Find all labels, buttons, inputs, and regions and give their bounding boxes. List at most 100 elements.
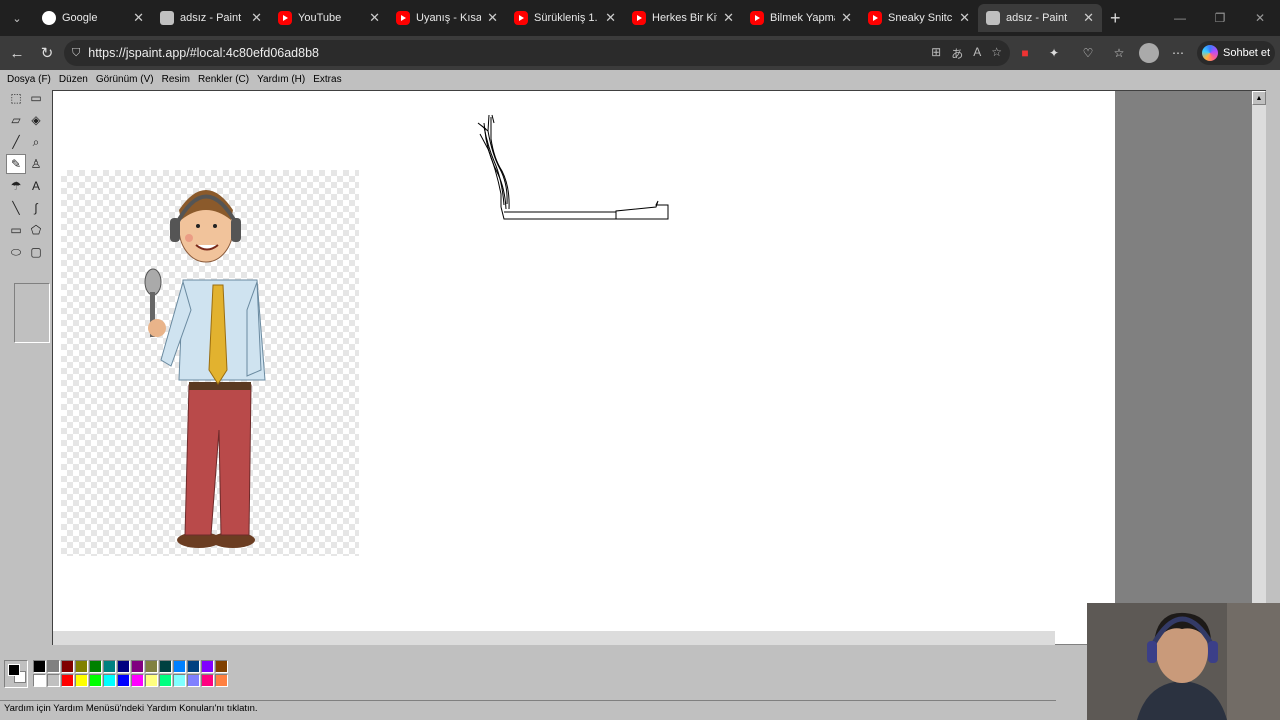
color-swatch[interactable] [215,674,228,687]
extensions-puzzle-icon[interactable]: ✦ [1043,42,1065,64]
favorite-star-icon[interactable]: ☆ [991,45,1002,62]
color-swatch[interactable] [201,660,214,673]
scroll-up-arrow-icon[interactable]: ▲ [1252,91,1266,105]
text-icon: A [31,179,40,193]
menu-item[interactable]: Resim [162,74,190,85]
app-available-icon[interactable]: ⊞ [931,45,941,62]
fill-tool-button[interactable]: ◈ [26,110,46,130]
airbrush-tool-button[interactable]: ☂ [6,176,26,196]
color-swatch[interactable] [61,660,74,673]
foreground-color[interactable] [8,664,20,676]
tab-search-chevron-icon[interactable]: ⌄ [0,0,34,36]
menu-item[interactable]: Extras [313,74,341,85]
browser-tab[interactable]: YouTube ✕ [270,4,388,32]
color-swatch[interactable] [201,674,214,687]
read-aloud-icon[interactable]: A [973,45,981,62]
color-swatch[interactable] [187,674,200,687]
translate-icon[interactable]: あ [951,45,963,62]
tab-close-icon[interactable]: ✕ [1083,10,1094,26]
select-tool-button[interactable]: ▭ [26,88,46,108]
color-swatch[interactable] [117,660,130,673]
tab-close-icon[interactable]: ✕ [959,10,970,26]
color-swatch[interactable] [131,660,144,673]
back-arrow-icon[interactable]: ← [2,45,32,62]
brush-tool-button[interactable]: ♙ [26,154,46,174]
color-swatch[interactable] [117,674,130,687]
tab-title: Google [62,12,98,24]
copilot-chat-button[interactable]: Sohbet et [1197,41,1275,65]
rectangle-tool-button[interactable]: ▭ [6,220,26,240]
menu-item[interactable]: Düzen [59,74,88,85]
color-swatch[interactable] [159,674,172,687]
pencil-tool-button[interactable]: ✎ [6,154,26,174]
color-swatch[interactable] [61,674,74,687]
browser-tab[interactable]: Google ✕ [34,4,152,32]
ellipse-tool-button[interactable]: ⬭ [6,242,26,262]
rounded-rectangle-tool-button[interactable]: ▢ [26,242,46,262]
close-window-icon[interactable]: ✕ [1240,0,1280,36]
line-tool-button[interactable]: ╲ [6,198,26,218]
address-bar[interactable]: ⛉ https://jspaint.app/#local:4c80efd06ad… [64,40,1010,66]
color-swatch[interactable] [159,660,172,673]
tool-options-box[interactable] [14,283,50,343]
profile-avatar[interactable] [1139,43,1159,63]
color-swatch[interactable] [47,660,60,673]
tab-close-icon[interactable]: ✕ [723,10,734,26]
tab-close-icon[interactable]: ✕ [605,10,616,26]
color-swatch[interactable] [89,660,102,673]
browser-tab[interactable]: Sneaky Snitch (✕ [860,4,978,32]
more-menu-icon[interactable]: ⋯ [1167,42,1189,64]
color-swatch[interactable] [103,674,116,687]
site-info-icon[interactable]: ⛉ [72,47,80,60]
new-tab-button[interactable]: + [1110,8,1121,29]
color-swatch[interactable] [173,674,186,687]
color-swatch[interactable] [173,660,186,673]
restore-icon[interactable]: ❐ [1200,0,1240,36]
favorites-icon[interactable]: ☆ [1108,42,1130,64]
magnifier-tool-button[interactable]: ⌕ [26,132,46,152]
color-swatch[interactable] [75,660,88,673]
browser-tab[interactable]: Uyanış - Kısa Fil ✕ [388,4,506,32]
color-swatch[interactable] [103,660,116,673]
vertical-scrollbar[interactable]: ▲ [1252,91,1266,626]
color-swatch[interactable] [89,674,102,687]
curve-tool-button[interactable]: ∫ [26,198,46,218]
color-swatch[interactable] [187,660,200,673]
browser-tab[interactable]: Sürükleniş 1. Bö ✕ [506,4,624,32]
extension-icon[interactable]: ■ [1014,42,1036,64]
tab-close-icon[interactable]: ✕ [369,10,380,26]
color-swatch[interactable] [131,674,144,687]
tab-close-icon[interactable]: ✕ [251,10,262,26]
browser-tab[interactable]: adsız - Paint ✕ [152,4,270,32]
minimize-icon[interactable]: ― [1160,0,1200,36]
browser-tab[interactable]: adsız - Paint ✕ [978,4,1102,32]
polygon-tool-button[interactable]: ⬠ [26,220,46,240]
color-swatch[interactable] [33,674,46,687]
drawing-canvas[interactable] [53,91,1115,644]
browser-essentials-icon[interactable]: ♡ [1077,42,1099,64]
reload-icon[interactable]: ↻ [32,44,62,62]
color-swatch[interactable] [215,660,228,673]
current-colors[interactable] [4,660,28,688]
eraser-tool-button[interactable]: ▱ [6,110,26,130]
tab-close-icon[interactable]: ✕ [487,10,498,26]
color-swatch[interactable] [145,674,158,687]
text-tool-button[interactable]: A [26,176,46,196]
status-bar: Yardım için Yardım Menüsü'ndeki Yardım K… [0,700,1056,716]
horizontal-scrollbar[interactable] [53,631,1055,645]
browser-tab[interactable]: Herkes Bir Kitap ✕ [624,4,742,32]
menu-item[interactable]: Renkler (C) [198,74,249,85]
free-form-select-tool-button[interactable]: ⬚ [6,88,26,108]
browser-tab[interactable]: Bilmek Yapmakt ✕ [742,4,860,32]
color-swatch[interactable] [47,674,60,687]
tab-close-icon[interactable]: ✕ [133,10,144,26]
color-swatch[interactable] [33,660,46,673]
color-swatch[interactable] [75,674,88,687]
menu-item[interactable]: Dosya (F) [7,74,51,85]
pick-color-tool-button[interactable]: ╱ [6,132,26,152]
tab-close-icon[interactable]: ✕ [841,10,852,26]
color-swatch[interactable] [145,660,158,673]
menu-item[interactable]: Görünüm (V) [96,74,154,85]
pencil-icon: ✎ [10,157,22,171]
menu-item[interactable]: Yardım (H) [257,74,305,85]
